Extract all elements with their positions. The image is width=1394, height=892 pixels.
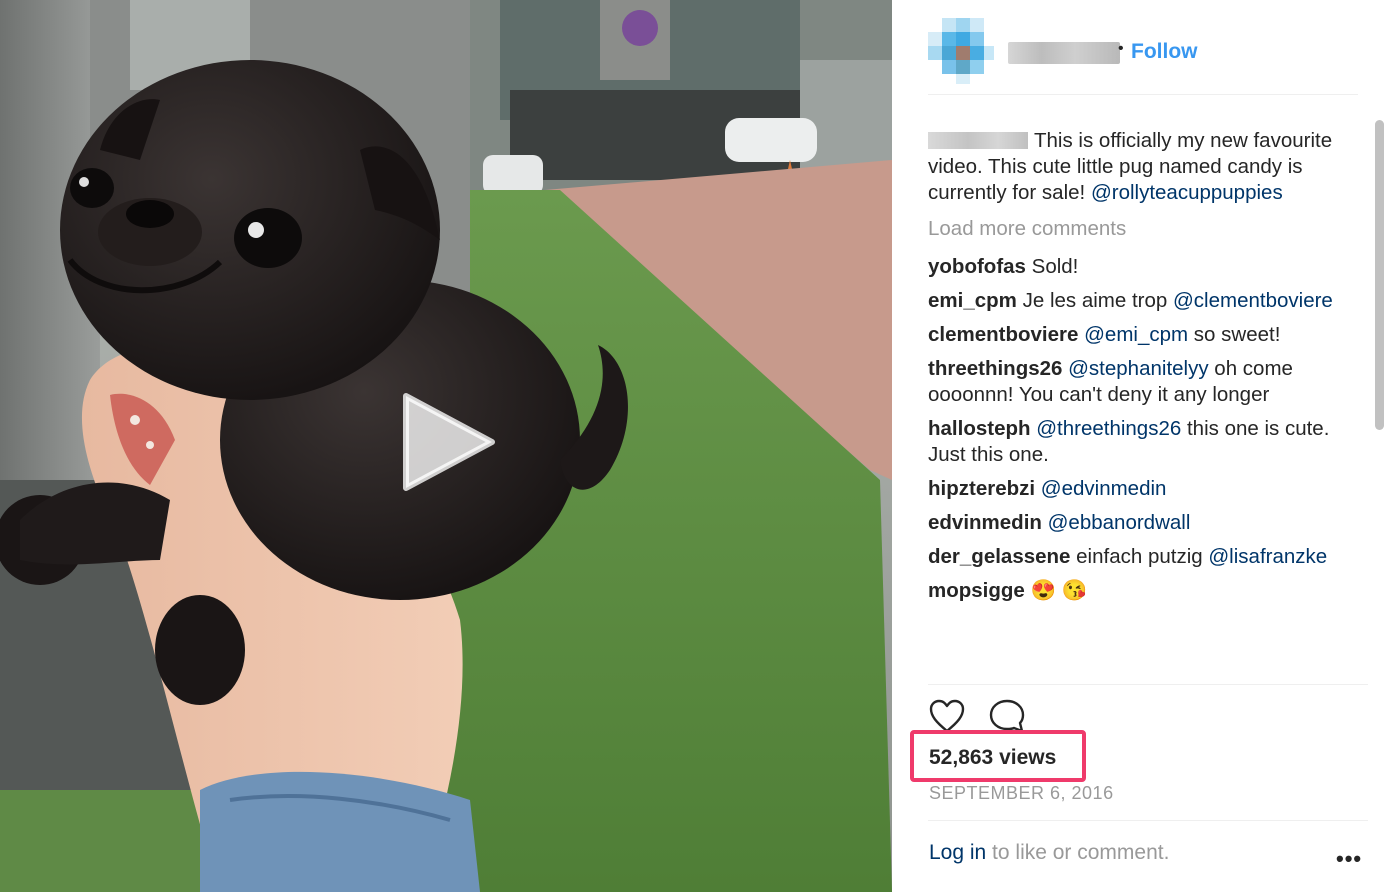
comment-mention-link[interactable]: @threethings26: [1036, 417, 1181, 440]
comment-username-link[interactable]: der_gelassene: [928, 545, 1070, 568]
post-date[interactable]: SEPTEMBER 6, 2016: [929, 783, 1114, 804]
play-button[interactable]: [398, 392, 498, 492]
scrollbar-thumb[interactable]: [1375, 120, 1384, 430]
avatar[interactable]: [928, 18, 994, 84]
comment-text: einfach putzig: [1076, 545, 1203, 568]
load-more-comments-button[interactable]: Load more comments: [928, 216, 1358, 242]
comment-mention-link[interactable]: @edvinmedin: [1041, 477, 1167, 500]
comment-username-link[interactable]: yobofofas: [928, 255, 1026, 278]
comment-text: so sweet!: [1193, 323, 1281, 346]
play-icon: [403, 393, 495, 491]
comment-item: edvinmedin @ebbanordwall: [928, 510, 1358, 536]
comment-item: der_gelassene einfach putzig @lisafranzk…: [928, 544, 1358, 570]
comment-item: hallosteph @threethings26 this one is cu…: [928, 416, 1358, 468]
comment-username-link[interactable]: mopsigge: [928, 579, 1025, 602]
username-blurred[interactable]: [1008, 42, 1120, 64]
ellipsis-icon[interactable]: •••: [1336, 846, 1362, 872]
divider: [928, 684, 1368, 685]
comment-text: Sold!: [1031, 255, 1079, 278]
follow-button[interactable]: Follow: [1131, 40, 1198, 64]
comment-mention-link[interactable]: @clementboviere: [1173, 289, 1333, 312]
caption-username-blurred[interactable]: [928, 132, 1028, 149]
comment-username-link[interactable]: emi_cpm: [928, 289, 1017, 312]
post-details-panel: • Follow This is officially my new favou…: [892, 0, 1394, 892]
comment-mention-link[interactable]: @emi_cpm: [1084, 323, 1188, 346]
comment-item: yobofofas Sold!: [928, 254, 1358, 280]
comment-mention-link[interactable]: @ebbanordwall: [1048, 511, 1191, 534]
comment-item: clementboviere @emi_cpm so sweet!: [928, 322, 1358, 348]
comment-username-link[interactable]: clementboviere: [928, 323, 1078, 346]
comment-item: mopsigge 😍 😘: [928, 578, 1358, 604]
comment-item: emi_cpm Je les aime trop @clementboviere: [928, 288, 1358, 314]
post-header: • Follow: [928, 18, 1358, 95]
comment-item: hipzterebzi @edvinmedin: [928, 476, 1358, 502]
video-player[interactable]: [0, 0, 892, 892]
comment-username-link[interactable]: hallosteph: [928, 417, 1031, 440]
separator-dot: •: [1118, 40, 1124, 57]
login-prompt: Log in to like or comment.: [929, 841, 1169, 865]
comment-mention-link[interactable]: @stephanitelyy: [1068, 357, 1208, 380]
caption: This is officially my new favourite vide…: [928, 128, 1358, 206]
login-link[interactable]: Log in: [929, 841, 986, 864]
comment-username-link[interactable]: edvinmedin: [928, 511, 1042, 534]
divider: [928, 820, 1368, 821]
comment-username-link[interactable]: threethings26: [928, 357, 1062, 380]
comment-text: Je les aime trop: [1022, 289, 1168, 312]
comments-list[interactable]: This is officially my new favourite vide…: [928, 128, 1358, 684]
view-count: 52,863 views: [929, 746, 1057, 769]
comment-mention-link[interactable]: @lisafranzke: [1208, 545, 1327, 568]
caption-mention-link[interactable]: @rollyteacuppuppies: [1091, 181, 1283, 204]
heart-icon[interactable]: [928, 698, 966, 734]
speech-bubble-icon[interactable]: [988, 698, 1026, 734]
comments-scrollbar[interactable]: [1370, 116, 1388, 684]
comment-username-link[interactable]: hipzterebzi: [928, 477, 1035, 500]
login-prompt-text: to like or comment.: [986, 841, 1170, 864]
comment-text: 😍 😘: [1030, 579, 1088, 602]
comment-item: threethings26 @stephanitelyy oh come ooo…: [928, 356, 1358, 408]
comment-items: yobofofas Sold! emi_cpm Je les aime trop …: [928, 254, 1358, 604]
